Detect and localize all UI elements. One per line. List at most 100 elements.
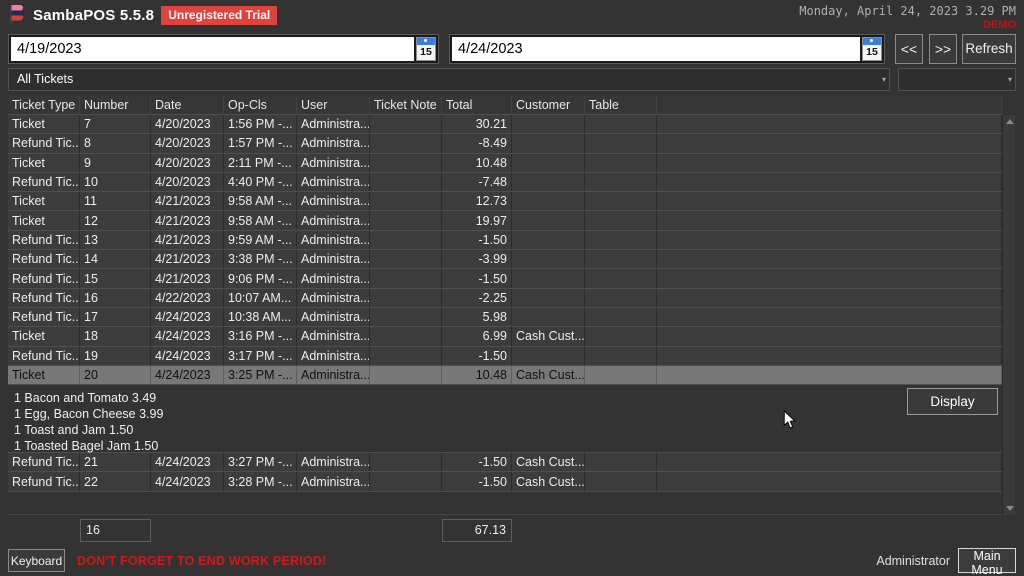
table-row-ticket-10[interactable]: Refund Tic... 10 4/20/2023 4:40 PM -... Admi… (8, 172, 1002, 193)
cell-number: 17 (80, 307, 151, 327)
cell-filler (657, 365, 1002, 385)
table-row-ticket-7[interactable]: Ticket 7 4/20/2023 1:56 PM -... Administra..… (8, 115, 1002, 135)
table-row-ticket-11[interactable]: Ticket 11 4/21/2023 9:58 AM -... Administra.… (8, 192, 1002, 212)
cell-table (585, 472, 657, 491)
cell-ticket-type: Ticket (8, 211, 80, 230)
cell-filler (657, 307, 1002, 327)
cell-filler (657, 472, 1002, 491)
table-row-ticket-14[interactable]: Refund Tic... 14 4/21/2023 3:38 PM -... Admi… (8, 250, 1002, 270)
cell-ticket-type: Ticket (8, 365, 80, 385)
cell-table (585, 192, 657, 211)
start-date-calendar-button[interactable]: 15 (416, 37, 436, 61)
cell-date: 4/20/2023 (151, 115, 224, 134)
column-header-total[interactable]: Total (442, 96, 512, 114)
next-period-button[interactable]: >> (929, 34, 957, 64)
table-row-ticket-18[interactable]: Ticket 18 4/24/2023 3:16 PM -... Administra.… (8, 327, 1002, 347)
cell-user: Administra... (297, 472, 370, 491)
cell-customer (512, 230, 585, 250)
table-row-ticket-21[interactable]: Refund Tic... 21 4/24/2023 3:27 PM -... Admi… (8, 453, 1002, 473)
cell-total: 30.21 (442, 115, 512, 134)
ticket-detail-lines: 1 Bacon and Tomato 3.49 1 Egg, Bacon Chee… (8, 385, 1002, 454)
cell-number: 7 (80, 115, 151, 134)
ticket-filter-dropdown[interactable]: All Tickets ▾ (8, 68, 890, 91)
cell-filler (657, 327, 1002, 346)
ticket-detail-line: 1 Bacon and Tomato 3.49 (14, 391, 157, 406)
cell-total: -1.50 (442, 269, 512, 288)
column-header-filler (657, 96, 1002, 114)
cell-number: 9 (80, 153, 151, 172)
display-button[interactable]: Display (907, 388, 998, 416)
secondary-filter-dropdown[interactable]: ▾ (898, 68, 1016, 91)
column-header-ticket-type[interactable]: Ticket Type (8, 96, 80, 114)
table-row-ticket-8[interactable]: Refund Tic... 8 4/20/2023 1:57 PM -... Admin… (8, 134, 1002, 154)
cell-date: 4/21/2023 (151, 192, 224, 211)
table-row-ticket-17[interactable]: Refund Tic... 17 4/24/2023 10:38 AM... Admin… (8, 307, 1002, 328)
cell-number: 18 (80, 327, 151, 346)
cell-ticket-note (370, 346, 442, 365)
table-row-ticket-22[interactable]: Refund Tic... 22 4/24/2023 3:28 PM -... Admi… (8, 472, 1002, 492)
cell-total: 19.97 (442, 211, 512, 230)
cell-table (585, 211, 657, 230)
end-date-calendar-button[interactable]: 15 (862, 37, 882, 61)
cell-number: 20 (80, 365, 151, 385)
column-header-ticket-note[interactable]: Ticket Note (370, 96, 442, 114)
column-header-table[interactable]: Table (585, 96, 657, 114)
column-header-user[interactable]: User (297, 96, 370, 114)
table-row-ticket-16[interactable]: Refund Tic... 16 4/22/2023 10:07 AM... Admin… (8, 288, 1002, 308)
cell-table (585, 115, 657, 134)
refresh-button[interactable]: Refresh (962, 34, 1016, 64)
table-row-ticket-12[interactable]: Ticket 12 4/21/2023 9:58 AM -... Administra.… (8, 211, 1002, 231)
table-row-ticket-9[interactable]: Ticket 9 4/20/2023 2:11 PM -... Administra..… (8, 153, 1002, 173)
cell-customer: Cash Cust... (512, 472, 585, 491)
cell-ticket-note (370, 115, 442, 134)
vertical-scrollbar[interactable] (1002, 115, 1015, 515)
column-header-number[interactable]: Number (80, 96, 151, 114)
cell-customer (512, 307, 585, 327)
cell-total: -1.50 (442, 472, 512, 491)
cell-table (585, 230, 657, 250)
calendar-day-number: 15 (866, 46, 878, 58)
cell-table (585, 288, 657, 307)
main-menu-button[interactable]: Main Menu (958, 548, 1016, 576)
cell-ticket-type: Refund Tic... (8, 172, 80, 192)
column-header-date[interactable]: Date (151, 96, 224, 114)
cell-op-cls: 3:38 PM -... (224, 250, 297, 269)
cell-date: 4/24/2023 (151, 307, 224, 327)
cell-table (585, 172, 657, 192)
cell-date: 4/21/2023 (151, 230, 224, 250)
column-header-op-cls[interactable]: Op-Cls (224, 96, 297, 114)
keyboard-button[interactable]: Keyboard (8, 549, 65, 572)
cell-number: 11 (80, 192, 151, 211)
table-row-ticket-20[interactable]: Ticket 20 4/24/2023 3:25 PM -... Administra.… (8, 365, 1002, 386)
cell-op-cls: 9:58 AM -... (224, 211, 297, 230)
scroll-up-icon[interactable] (1006, 119, 1014, 124)
cell-number: 8 (80, 134, 151, 153)
cell-user: Administra... (297, 269, 370, 288)
cell-op-cls: 9:06 PM -... (224, 269, 297, 288)
previous-period-button[interactable]: << (895, 34, 923, 64)
table-row-ticket-15[interactable]: Refund Tic... 15 4/21/2023 9:06 PM -... Admi… (8, 269, 1002, 289)
cell-customer (512, 269, 585, 288)
scroll-down-icon[interactable] (1006, 506, 1014, 511)
cell-ticket-type: Ticket (8, 115, 80, 134)
cell-total: -3.99 (442, 250, 512, 269)
cell-ticket-note (370, 230, 442, 250)
cell-date: 4/22/2023 (151, 288, 224, 307)
cell-filler (657, 269, 1002, 288)
calendar-day-number: 15 (420, 46, 432, 58)
table-row-ticket-19[interactable]: Refund Tic... 19 4/24/2023 3:17 PM -... Admi… (8, 346, 1002, 366)
cell-user: Administra... (297, 211, 370, 230)
column-header-customer[interactable]: Customer (512, 96, 585, 114)
clock-area: Monday, April 24, 2023 3.29 PM DEMO (799, 0, 1016, 31)
cell-total: -1.50 (442, 453, 512, 472)
cell-table (585, 327, 657, 346)
table-row-ticket-13[interactable]: Refund Tic... 13 4/21/2023 9:59 AM -... Admi… (8, 230, 1002, 251)
cell-user: Administra... (297, 153, 370, 172)
cell-date: 4/21/2023 (151, 250, 224, 269)
cell-customer (512, 211, 585, 230)
cell-user: Administra... (297, 230, 370, 250)
cell-op-cls: 2:11 PM -... (224, 153, 297, 172)
cell-ticket-note (370, 172, 442, 192)
end-date-input[interactable] (452, 37, 860, 61)
start-date-input[interactable] (11, 37, 414, 61)
